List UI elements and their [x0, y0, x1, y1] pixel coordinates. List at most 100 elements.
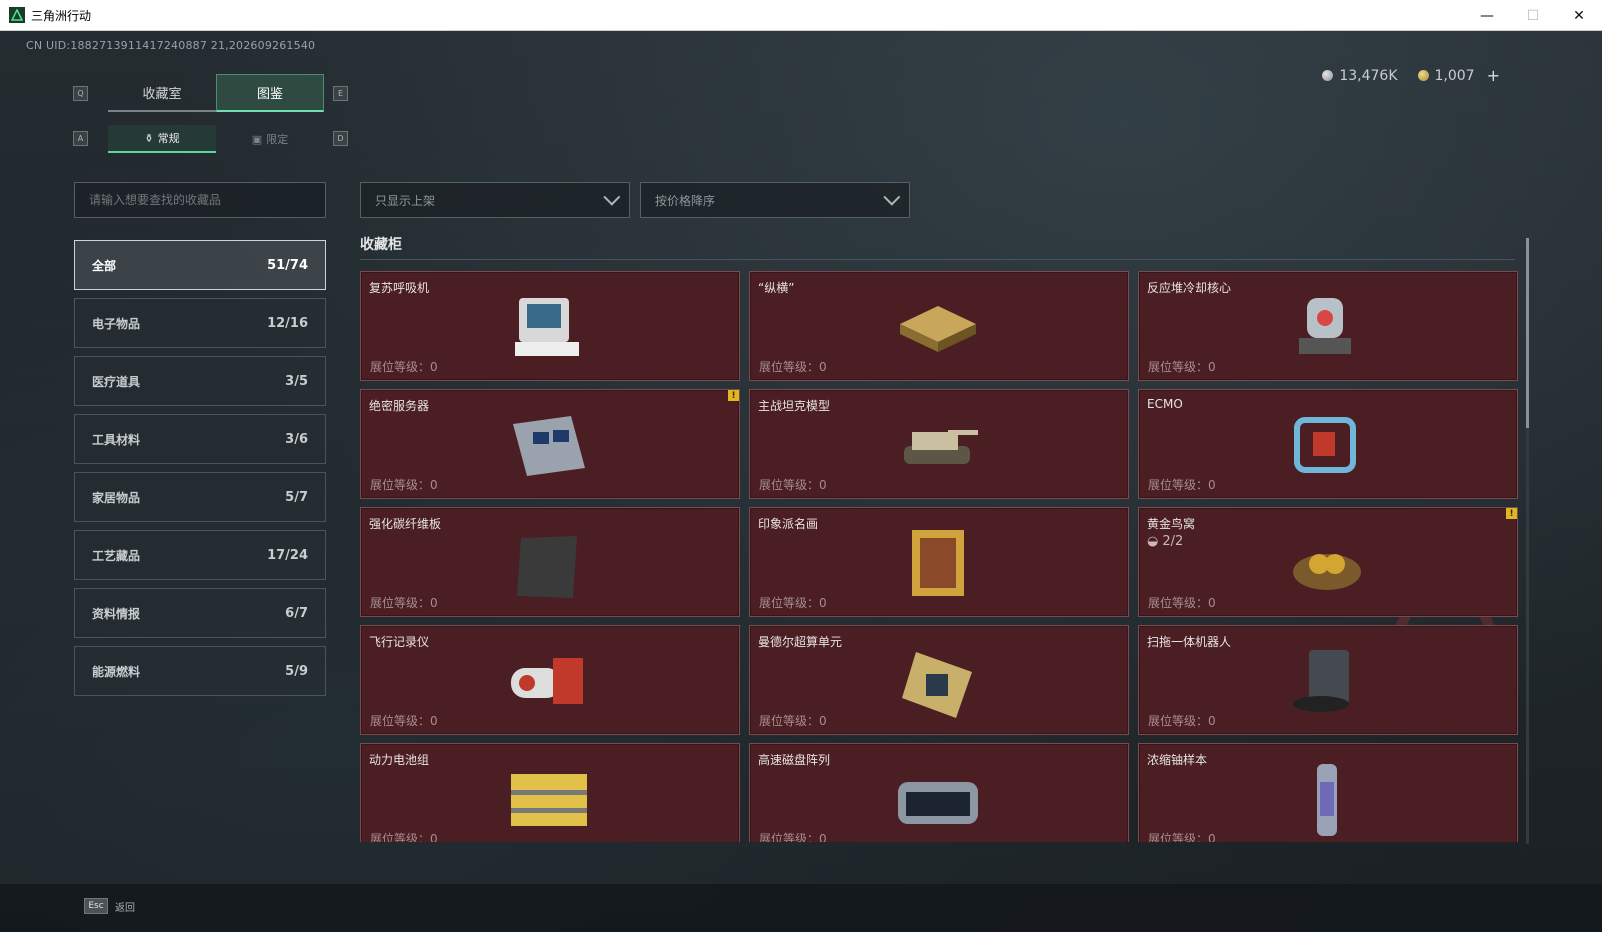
subtab-regular-label: 常规: [157, 132, 180, 145]
minimize-button[interactable]: —: [1464, 0, 1510, 31]
item-count: ◒ 2/2: [1147, 534, 1183, 549]
category-electronics[interactable]: 电子物品 12/16: [74, 298, 326, 348]
subtab-limited-label: 限定: [266, 133, 289, 146]
item-booth-level: 展位等级：0: [759, 596, 827, 610]
category-intel[interactable]: 资料情报 6/7: [74, 588, 326, 638]
category-label: 工具材料: [92, 432, 141, 447]
item-name: 复苏呼吸机: [369, 281, 430, 295]
chevron-down-icon: [603, 188, 621, 206]
silver-coin-icon: [1322, 70, 1334, 81]
item-name: 高速磁盘阵列: [758, 753, 831, 767]
category-crafts[interactable]: 工艺藏品 17/24: [74, 530, 326, 580]
silver-amount: 13,476K: [1339, 67, 1398, 84]
maximize-button[interactable]: ☐: [1510, 0, 1556, 31]
collection-item-card[interactable]: 印象派名画展位等级：0: [749, 507, 1129, 617]
category-count: 51/74: [267, 257, 308, 273]
category-household[interactable]: 家居物品 5/7: [74, 472, 326, 522]
category-count: 5/9: [285, 663, 308, 679]
tab-collection-room[interactable]: 收藏室: [108, 74, 216, 112]
item-name: 动力电池组: [369, 753, 430, 767]
item-booth-level: 展位等级：0: [1148, 360, 1216, 374]
supercomputer-unit-icon: [890, 638, 986, 724]
gold-coin-icon: [1417, 70, 1429, 81]
app-logo-icon: [9, 7, 25, 23]
section-title: 收藏柜: [360, 237, 402, 253]
category-medical[interactable]: 医疗道具 3/5: [74, 356, 326, 406]
collection-item-card[interactable]: ECMO 展位等级：0: [1138, 389, 1518, 499]
collection-item-card[interactable]: 曼德尔超算单元 展位等级：0: [749, 625, 1129, 735]
section-divider: [360, 259, 1515, 260]
category-count: 17/24: [267, 547, 308, 563]
category-energy[interactable]: 能源燃料 5/9: [74, 646, 326, 696]
scrollbar-thumb[interactable]: [1526, 238, 1529, 428]
nest-count-icon: ◒: [1147, 534, 1159, 549]
collection-item-card[interactable]: 黄金鸟窝 ◒ 2/2 展位等级：0!: [1138, 507, 1518, 617]
category-count: 3/6: [285, 431, 308, 447]
category-list: 全部 51/74 电子物品 12/16 医疗道具 3/5 工具材料 3/6 家居…: [74, 240, 326, 704]
sub-tabs: ⚱ 常规 ▣ 限定: [108, 125, 324, 153]
close-button[interactable]: ✕: [1556, 0, 1602, 31]
key-hint-d: D: [333, 131, 348, 146]
collection-item-card[interactable]: 动力电池组展位等级：0: [360, 743, 740, 842]
tank-icon: [890, 402, 986, 488]
window-title: 三角洲行动: [31, 8, 92, 23]
new-alert-badge: !: [728, 390, 739, 401]
bottom-bar: [0, 884, 1602, 932]
item-name: 主战坦克模型: [758, 399, 831, 413]
back-label[interactable]: 返回: [115, 899, 135, 914]
sort-dropdown[interactable]: 按价格降序: [640, 182, 910, 218]
item-name: 强化碳纤维板: [369, 517, 442, 531]
item-booth-level: 展位等级：0: [1148, 714, 1216, 728]
tab-catalog[interactable]: 图鉴: [216, 74, 324, 112]
category-count: 3/5: [285, 373, 308, 389]
collection-item-card[interactable]: 强化碳纤维板 展位等级：0: [360, 507, 740, 617]
sort-label: 按价格降序: [655, 193, 716, 208]
collection-item-card[interactable]: “纵横” 展位等级：0: [749, 271, 1129, 381]
category-label: 能源燃料: [92, 664, 141, 679]
item-name: 飞行记录仪: [369, 635, 430, 649]
currency-bar: 13,476K 1,007 +: [1322, 66, 1500, 85]
item-name: 曼德尔超算单元: [758, 635, 843, 649]
collection-item-card[interactable]: 飞行记录仪展位等级：0: [360, 625, 740, 735]
item-name: 绝密服务器: [369, 399, 430, 413]
category-tools[interactable]: 工具材料 3/6: [74, 414, 326, 464]
search-input[interactable]: [74, 182, 326, 218]
item-booth-level: 展位等级：0: [1148, 478, 1216, 492]
category-label: 资料情报: [92, 606, 141, 621]
item-booth-level: 展位等级：0: [370, 714, 438, 728]
collection-item-card[interactable]: 主战坦克模型 展位等级：0: [749, 389, 1129, 499]
item-name: ECMO: [1147, 397, 1183, 411]
category-label: 家居物品: [92, 490, 141, 505]
item-name: 印象派名画: [758, 517, 819, 531]
battery-pack-icon: [501, 756, 597, 842]
item-booth-level: 展位等级：0: [759, 832, 827, 842]
carbon-plate-icon: [501, 520, 597, 606]
item-booth-level: 展位等级：0: [370, 832, 438, 842]
collection-item-card[interactable]: 扫拖一体机器人 展位等级：0: [1138, 625, 1518, 735]
golden-nest-icon: [1279, 520, 1375, 606]
subtab-regular[interactable]: ⚱ 常规: [108, 125, 216, 153]
collection-item-card[interactable]: 绝密服务器展位等级：0!: [360, 389, 740, 499]
esc-key-button[interactable]: Esc: [84, 898, 108, 914]
collection-item-card[interactable]: 高速磁盘阵列展位等级：0: [749, 743, 1129, 842]
category-count: 5/7: [285, 489, 308, 505]
ecmo-icon: [1279, 402, 1375, 488]
item-booth-level: 展位等级：0: [370, 478, 438, 492]
scrollbar[interactable]: [1526, 238, 1529, 844]
subtab-limited[interactable]: ▣ 限定: [216, 125, 324, 153]
item-name: “纵横”: [758, 281, 795, 295]
reactor-core-icon: [1279, 284, 1375, 370]
category-all[interactable]: 全部 51/74: [74, 240, 326, 290]
category-count: 12/16: [267, 315, 308, 331]
shelf-filter-dropdown[interactable]: 只显示上架: [360, 182, 630, 218]
collection-item-card[interactable]: 浓缩铀样本 展位等级：0: [1138, 743, 1518, 842]
category-label: 电子物品: [92, 316, 141, 331]
collection-item-card[interactable]: 复苏呼吸机展位等级：0: [360, 271, 740, 381]
disk-array-icon: [890, 756, 986, 842]
game-area: CN UID:1882713911417240887 21,2026092615…: [0, 31, 1602, 932]
collection-item-card[interactable]: 反应堆冷却核心 展位等级：0: [1138, 271, 1518, 381]
key-hint-a: A: [73, 131, 88, 146]
item-booth-level: 展位等级：0: [370, 360, 438, 374]
add-currency-button[interactable]: +: [1487, 66, 1500, 85]
category-count: 6/7: [285, 605, 308, 621]
